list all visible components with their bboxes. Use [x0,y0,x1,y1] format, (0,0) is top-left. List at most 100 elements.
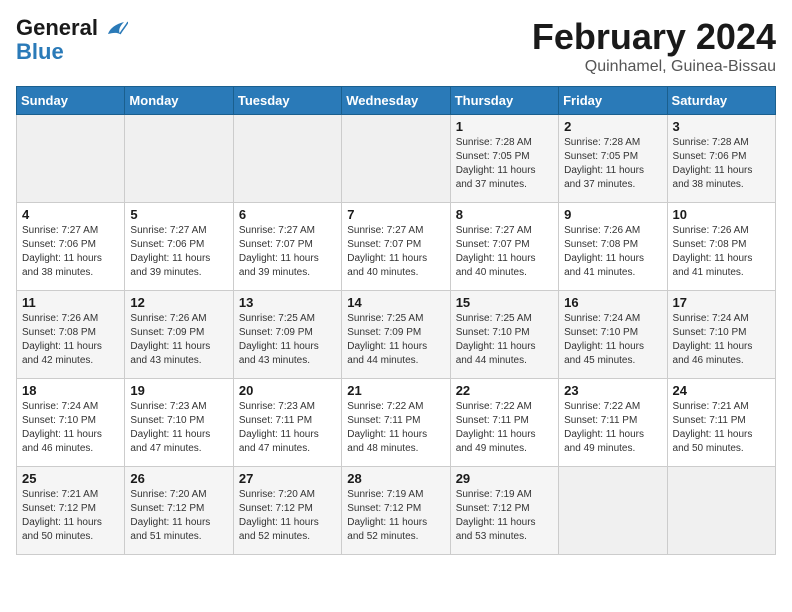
calendar-cell: 3 Sunrise: 7:28 AMSunset: 7:06 PMDaylight… [667,115,775,203]
day-info: Sunrise: 7:22 AMSunset: 7:11 PMDaylight:… [347,400,444,456]
weekday-header-sunday: Sunday [17,87,125,115]
calendar-table: SundayMondayTuesdayWednesdayThursdayFrid… [16,86,776,555]
weekday-header-wednesday: Wednesday [342,87,450,115]
calendar-cell: 12 Sunrise: 7:26 AMSunset: 7:09 PMDayligh… [125,291,233,379]
day-info: Sunrise: 7:21 AMSunset: 7:12 PMDaylight:… [22,488,119,544]
calendar-cell: 16Sunrise: 7:24 AMSunset: 7:10 PMDayligh… [559,291,667,379]
day-number: 2 [564,119,661,134]
header: General Blue February 2024 Quinhamel, Gu… [16,16,776,76]
day-number: 8 [456,207,553,222]
day-info: Sunrise: 7:20 AMSunset: 7:12 PMDaylight:… [239,488,336,544]
logo-bird-icon [106,20,128,38]
day-number: 15 [456,295,553,310]
calendar-title: February 2024 [532,16,776,58]
day-number: 22 [456,383,553,398]
weekday-header-saturday: Saturday [667,87,775,115]
calendar-subtitle: Quinhamel, Guinea-Bissau [532,58,776,76]
day-info: Sunrise: 7:26 AMSunset: 7:09 PMDaylight:… [130,312,227,368]
day-number: 27 [239,471,336,486]
day-info: Sunrise: 7:28 AMSunset: 7:06 PMDaylight:… [673,136,770,192]
day-info: Sunrise: 7:27 AMSunset: 7:06 PMDaylight:… [130,224,227,280]
day-number: 14 [347,295,444,310]
day-number: 28 [347,471,444,486]
day-info: Sunrise: 7:20 AMSunset: 7:12 PMDaylight:… [130,488,227,544]
title-area: February 2024 Quinhamel, Guinea-Bissau [532,16,776,76]
day-number: 11 [22,295,119,310]
day-number: 6 [239,207,336,222]
day-number: 5 [130,207,227,222]
calendar-cell: 19 Sunrise: 7:23 AMSunset: 7:10 PMDayligh… [125,379,233,467]
day-info: Sunrise: 7:27 AMSunset: 7:06 PMDaylight:… [22,224,119,280]
day-number: 4 [22,207,119,222]
day-info: Sunrise: 7:23 AMSunset: 7:11 PMDaylight:… [239,400,336,456]
logo-general: General [16,15,98,40]
calendar-cell: 14 Sunrise: 7:25 AMSunset: 7:09 PMDayligh… [342,291,450,379]
calendar-cell: 24 Sunrise: 7:21 AMSunset: 7:11 PMDayligh… [667,379,775,467]
calendar-cell: 18 Sunrise: 7:24 AMSunset: 7:10 PMDayligh… [17,379,125,467]
calendar-cell: 23 Sunrise: 7:22 AMSunset: 7:11 PMDayligh… [559,379,667,467]
day-number: 25 [22,471,119,486]
day-info: Sunrise: 7:19 AMSunset: 7:12 PMDaylight:… [456,488,553,544]
calendar-cell: 27 Sunrise: 7:20 AMSunset: 7:12 PMDayligh… [233,467,341,555]
calendar-cell [342,115,450,203]
calendar-cell: 10 Sunrise: 7:26 AMSunset: 7:08 PMDayligh… [667,203,775,291]
calendar-cell: 9 Sunrise: 7:26 AMSunset: 7:08 PMDaylight… [559,203,667,291]
day-number: 1 [456,119,553,134]
calendar-cell: 15 Sunrise: 7:25 AMSunset: 7:10 PMDayligh… [450,291,558,379]
day-info: Sunrise: 7:25 AMSunset: 7:09 PMDaylight:… [347,312,444,368]
day-number: 13 [239,295,336,310]
day-info: Sunrise: 7:28 AMSunset: 7:05 PMDaylight:… [564,136,661,192]
calendar-cell: 6 Sunrise: 7:27 AMSunset: 7:07 PMDaylight… [233,203,341,291]
day-info: Sunrise: 7:28 AMSunset: 7:05 PMDaylight:… [456,136,553,192]
day-number: 24 [673,383,770,398]
calendar-cell [667,467,775,555]
day-number: 9 [564,207,661,222]
calendar-cell: 17 Sunrise: 7:24 AMSunset: 7:10 PMDayligh… [667,291,775,379]
day-info: Sunrise: 7:23 AMSunset: 7:10 PMDaylight:… [130,400,227,456]
day-info: Sunrise: 7:26 AMSunset: 7:08 PMDaylight:… [564,224,661,280]
calendar-cell [125,115,233,203]
weekday-header-monday: Monday [125,87,233,115]
weekday-header-friday: Friday [559,87,667,115]
day-info: Sunrise: 7:25 AMSunset: 7:10 PMDaylight:… [456,312,553,368]
calendar-cell [233,115,341,203]
day-info: Sunrise: 7:27 AMSunset: 7:07 PMDaylight:… [347,224,444,280]
calendar-cell: 28Sunrise: 7:19 AMSunset: 7:12 PMDayligh… [342,467,450,555]
day-number: 23 [564,383,661,398]
calendar-cell [559,467,667,555]
day-info: Sunrise: 7:26 AMSunset: 7:08 PMDaylight:… [22,312,119,368]
calendar-cell: 25 Sunrise: 7:21 AMSunset: 7:12 PMDayligh… [17,467,125,555]
calendar-cell: 21 Sunrise: 7:22 AMSunset: 7:11 PMDayligh… [342,379,450,467]
calendar-cell: 1 Sunrise: 7:28 AMSunset: 7:05 PMDaylight… [450,115,558,203]
calendar-cell: 7Sunrise: 7:27 AMSunset: 7:07 PMDaylight… [342,203,450,291]
calendar-cell: 5 Sunrise: 7:27 AMSunset: 7:06 PMDaylight… [125,203,233,291]
calendar-cell: 13Sunrise: 7:25 AMSunset: 7:09 PMDayligh… [233,291,341,379]
day-info: Sunrise: 7:21 AMSunset: 7:11 PMDaylight:… [673,400,770,456]
day-number: 29 [456,471,553,486]
weekday-header-thursday: Thursday [450,87,558,115]
day-number: 26 [130,471,227,486]
day-info: Sunrise: 7:27 AMSunset: 7:07 PMDaylight:… [239,224,336,280]
day-info: Sunrise: 7:26 AMSunset: 7:08 PMDaylight:… [673,224,770,280]
day-number: 17 [673,295,770,310]
day-number: 19 [130,383,227,398]
calendar-cell: 26 Sunrise: 7:20 AMSunset: 7:12 PMDayligh… [125,467,233,555]
day-number: 18 [22,383,119,398]
calendar-cell: 11 Sunrise: 7:26 AMSunset: 7:08 PMDayligh… [17,291,125,379]
weekday-header-tuesday: Tuesday [233,87,341,115]
day-info: Sunrise: 7:22 AMSunset: 7:11 PMDaylight:… [564,400,661,456]
day-info: Sunrise: 7:24 AMSunset: 7:10 PMDaylight:… [564,312,661,368]
day-number: 10 [673,207,770,222]
day-number: 12 [130,295,227,310]
calendar-cell: 2 Sunrise: 7:28 AMSunset: 7:05 PMDaylight… [559,115,667,203]
calendar-cell: 8 Sunrise: 7:27 AMSunset: 7:07 PMDaylight… [450,203,558,291]
day-info: Sunrise: 7:27 AMSunset: 7:07 PMDaylight:… [456,224,553,280]
day-number: 20 [239,383,336,398]
calendar-cell [17,115,125,203]
day-info: Sunrise: 7:24 AMSunset: 7:10 PMDaylight:… [22,400,119,456]
calendar-cell: 22Sunrise: 7:22 AMSunset: 7:11 PMDayligh… [450,379,558,467]
day-number: 21 [347,383,444,398]
day-number: 3 [673,119,770,134]
day-info: Sunrise: 7:24 AMSunset: 7:10 PMDaylight:… [673,312,770,368]
calendar-cell: 4 Sunrise: 7:27 AMSunset: 7:06 PMDaylight… [17,203,125,291]
